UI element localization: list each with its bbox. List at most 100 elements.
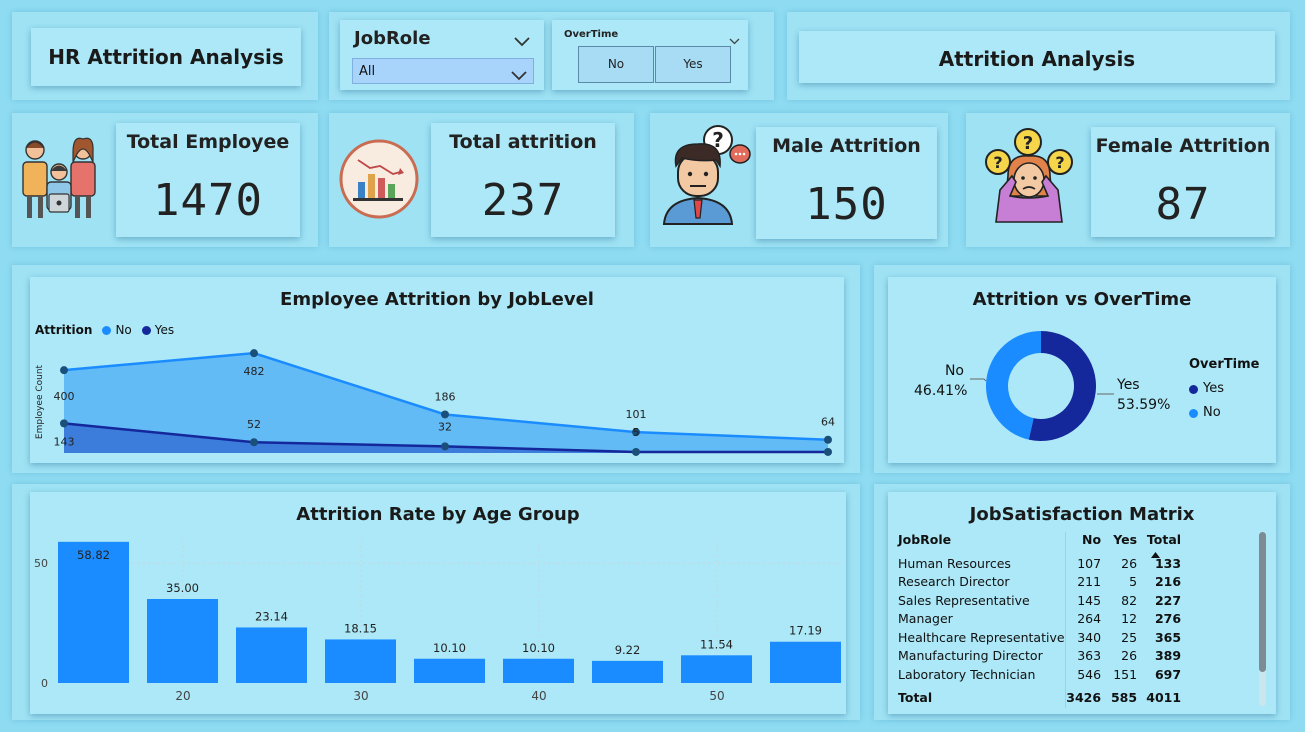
- matrix-cell-value: 211: [1077, 574, 1102, 590]
- x-tick-label: 30: [353, 689, 368, 703]
- matrix-col-yes[interactable]: Yes: [1101, 532, 1137, 554]
- age-bar: [770, 641, 841, 683]
- no-series-point: [441, 410, 449, 419]
- age-chart-card: Attrition Rate by Age Group 0 50 58.82 35.0…: [30, 492, 846, 714]
- age-bar-data-label: 10.10: [522, 641, 555, 655]
- matrix-cell-jobrole: Sales Representative: [898, 591, 1066, 610]
- x-tick-label: 50: [709, 689, 724, 703]
- donut-label-yes-name: Yes: [1117, 377, 1140, 393]
- matrix-cell-value: 26: [1121, 648, 1138, 664]
- matrix-cell-value: 216: [1154, 574, 1182, 590]
- matrix-cell-value: 365: [1154, 629, 1182, 645]
- section-title: Attrition Analysis: [938, 47, 1136, 71]
- overtime-no-button[interactable]: No: [578, 46, 654, 83]
- matrix-cell-value: 546: [1077, 666, 1102, 682]
- jobrole-dropdown[interactable]: All: [352, 58, 534, 84]
- matrix-cell-value: 389: [1154, 648, 1182, 664]
- matrix-card: JobSatisfaction Matrix JobRole No Yes To…: [888, 492, 1276, 714]
- matrix-cell-value: 107: [1077, 555, 1102, 571]
- matrix-cell-jobrole: Research Director: [898, 572, 1066, 591]
- male-attrition-card: Male Attrition 150: [756, 127, 937, 239]
- matrix-cell-value: 12: [1121, 611, 1138, 627]
- yes-series-data-label: 5: [633, 426, 640, 439]
- overtime-donut-card: Attrition vs OverTime No 46.41% Yes 53.5…: [888, 277, 1276, 463]
- sort-descending-icon[interactable]: [1151, 546, 1161, 561]
- matrix-cell-jobrole: Laboratory Technician: [898, 665, 1066, 684]
- matrix-scrollbar[interactable]: [1259, 532, 1266, 706]
- yes-series-point: [824, 447, 832, 456]
- chevron-down-icon[interactable]: [514, 32, 530, 51]
- matrix-cell-value: 25: [1121, 629, 1138, 645]
- overtime-legend: OverTime Yes No: [1189, 353, 1259, 425]
- y-tick-label: 0: [41, 677, 48, 690]
- age-bar-data-label: 10.10: [433, 641, 466, 655]
- age-bar: [681, 655, 752, 683]
- total-employee-label: Total Employee: [126, 131, 290, 153]
- matrix-cell-value: 227: [1154, 592, 1182, 608]
- age-bar: [147, 599, 218, 683]
- svg-text:?: ?: [1023, 133, 1033, 154]
- matrix-row[interactable]: Manager 264 12 276: [898, 609, 1182, 628]
- age-bar-chart: 0 50 58.82 35.00 23.14 18.15 10.10 10.10 9.22 11.…: [34, 540, 842, 703]
- legend-item-yes: Yes: [1189, 377, 1259, 401]
- legend-item-no: No: [1189, 401, 1259, 425]
- donut-label-yes: Yes 53.59%: [1117, 375, 1170, 415]
- matrix-cell-jobrole: Human Resources: [898, 554, 1066, 573]
- overtime-slicer[interactable]: OverTime No Yes: [552, 20, 748, 90]
- yes-series-point: [441, 442, 449, 451]
- matrix-row[interactable]: Human Resources 107 26 133: [898, 554, 1181, 573]
- matrix-cell-value: 26: [1121, 555, 1138, 571]
- matrix-col-jobrole[interactable]: JobRole: [898, 532, 1066, 554]
- bar-chart-decline-icon: [338, 138, 420, 224]
- male-attrition-value: 150: [805, 179, 888, 230]
- donut-label-yes-pct: 53.59%: [1117, 397, 1171, 413]
- matrix-total-label: Total: [898, 683, 1066, 708]
- matrix-cell-jobrole: Manufacturing Director: [898, 646, 1066, 665]
- female-attrition-label: Female Attrition: [1095, 135, 1271, 157]
- matrix-cell-value: 276: [1154, 611, 1182, 627]
- matrix-col-total[interactable]: Total: [1137, 532, 1181, 558]
- legend-no-marker: [1189, 408, 1198, 418]
- jobrole-slicer-label: JobRole: [354, 28, 431, 49]
- age-bar-data-label: 18.15: [344, 621, 377, 635]
- matrix-col-no[interactable]: No: [1065, 532, 1101, 554]
- matrix-cell-value: 363: [1077, 648, 1102, 664]
- matrix-cell-jobrole: Healthcare Representative: [898, 628, 1066, 647]
- matrix-total-yes: 585: [1110, 690, 1138, 705]
- matrix-row[interactable]: Laboratory Technician 546 151 697: [898, 665, 1181, 684]
- matrix-total-row: Total 3426 585 4011: [898, 683, 1181, 708]
- legend-no-text: No: [1203, 405, 1221, 420]
- no-series-data-label: 186: [435, 390, 456, 403]
- matrix-row[interactable]: Research Director 211 5 216: [898, 572, 1182, 591]
- chevron-down-icon[interactable]: [511, 66, 527, 85]
- yes-series-point: [632, 447, 640, 456]
- total-attrition-value: 237: [481, 175, 565, 226]
- matrix-cell-value: 697: [1154, 666, 1182, 682]
- matrix-row[interactable]: Manufacturing Director 363 26 389: [898, 646, 1182, 665]
- svg-text:?: ?: [1055, 153, 1064, 172]
- jobsatisfaction-matrix: JobRole No Yes Total Human Resources 107 2…: [898, 532, 1181, 708]
- overtime-legend-title: OverTime: [1189, 357, 1260, 372]
- jobrole-selected-value: All: [359, 64, 376, 79]
- age-bar-data-label: 9.22: [615, 643, 641, 657]
- matrix-cell-value: 5: [1129, 574, 1138, 590]
- matrix-scrollbar-thumb[interactable]: [1259, 532, 1266, 672]
- x-tick-label: 20: [175, 689, 190, 703]
- no-series-point: [60, 366, 68, 375]
- legend-yes-text: Yes: [1203, 381, 1224, 396]
- matrix-header-row: JobRole No Yes Total: [898, 532, 1181, 558]
- svg-text:?: ?: [993, 153, 1002, 172]
- overtime-yes-button[interactable]: Yes: [655, 46, 731, 83]
- donut-label-no-name: No: [944, 363, 964, 379]
- y-tick-label: 50: [34, 557, 48, 570]
- confused-man-icon: ?: [660, 122, 752, 230]
- donut-label-no-pct: 46.41%: [914, 383, 968, 399]
- male-attrition-label: Male Attrition: [772, 135, 921, 157]
- age-bar: [414, 658, 485, 683]
- jobrole-slicer[interactable]: JobRole All: [340, 20, 544, 90]
- matrix-row[interactable]: Sales Representative 145 82 227: [898, 591, 1181, 610]
- age-bar: [236, 627, 307, 683]
- matrix-row[interactable]: Healthcare Representative 340 25 365: [898, 628, 1181, 647]
- section-title-card: Attrition Analysis: [799, 31, 1275, 83]
- no-series-data-label: 101: [626, 408, 647, 421]
